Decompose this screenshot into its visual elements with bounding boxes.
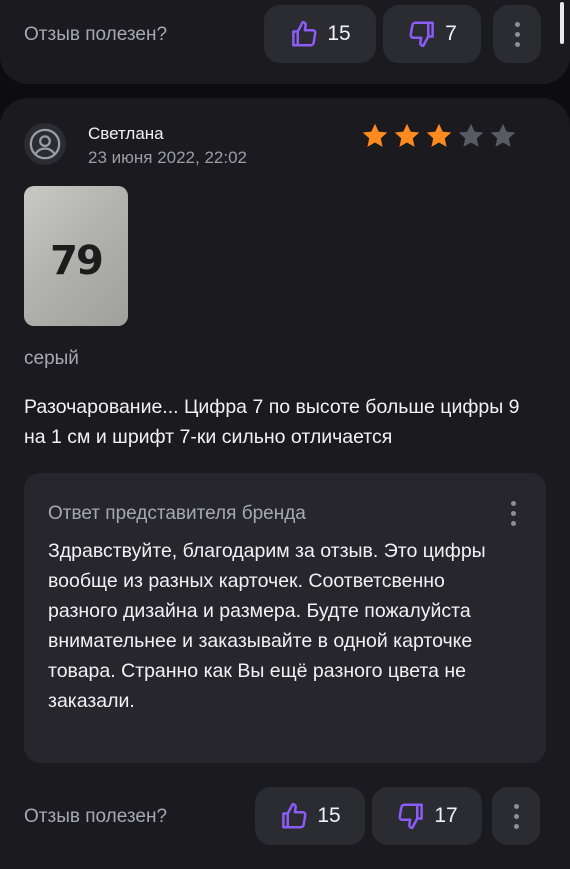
helpful-label: Отзыв полезен?	[24, 24, 168, 45]
star-filled-icon	[426, 123, 452, 147]
like-count: 15	[327, 22, 351, 45]
star-empty-icon	[490, 123, 516, 147]
author-name: Светлана	[88, 124, 164, 143]
dislike-button[interactable]: 7	[383, 5, 481, 63]
product-variant: серый	[24, 348, 79, 369]
more-vertical-icon	[511, 501, 516, 526]
helpful-label: Отзыв полезен?	[24, 806, 168, 827]
dislike-count: 17	[434, 804, 458, 827]
more-vertical-icon	[513, 803, 519, 829]
avatar	[24, 123, 66, 165]
like-button[interactable]: 15	[264, 5, 376, 63]
star-filled-icon	[362, 123, 388, 147]
more-options-button[interactable]	[493, 5, 541, 63]
thumbs-down-icon	[409, 21, 435, 48]
brand-reply-more-button[interactable]	[511, 501, 516, 526]
review-photo[interactable]: 79	[24, 186, 128, 326]
star-filled-icon	[394, 123, 420, 147]
thumbs-down-icon	[398, 803, 424, 830]
star-empty-icon	[458, 123, 484, 147]
like-count: 15	[317, 804, 341, 827]
dislike-button[interactable]: 17	[372, 787, 482, 845]
review-date: 23 июня 2022, 22:02	[88, 148, 248, 167]
brand-reply-title: Ответ представителя бренда	[48, 503, 306, 524]
rating-stars	[360, 121, 518, 151]
thumbs-up-icon	[282, 802, 307, 829]
like-button[interactable]: 15	[255, 787, 365, 845]
more-vertical-icon	[514, 21, 520, 47]
helpful-row-previous: Отзыв полезен? 15 7	[0, 5, 570, 63]
brand-reply: Ответ представителя бренда Здравствуйте,…	[24, 473, 546, 763]
more-options-button[interactable]	[492, 787, 540, 845]
helpful-row: Отзыв полезен? 15 17	[0, 787, 570, 845]
dislike-count: 7	[445, 22, 457, 45]
photo-content: 79	[50, 238, 104, 284]
brand-reply-text: Здравствуйте, благодарим за отзыв. Это ц…	[48, 540, 486, 712]
review-text: Разочарование... Цифра 7 по высоте больш…	[24, 396, 520, 448]
thumbs-up-icon	[292, 20, 317, 47]
user-avatar-icon	[29, 128, 61, 160]
